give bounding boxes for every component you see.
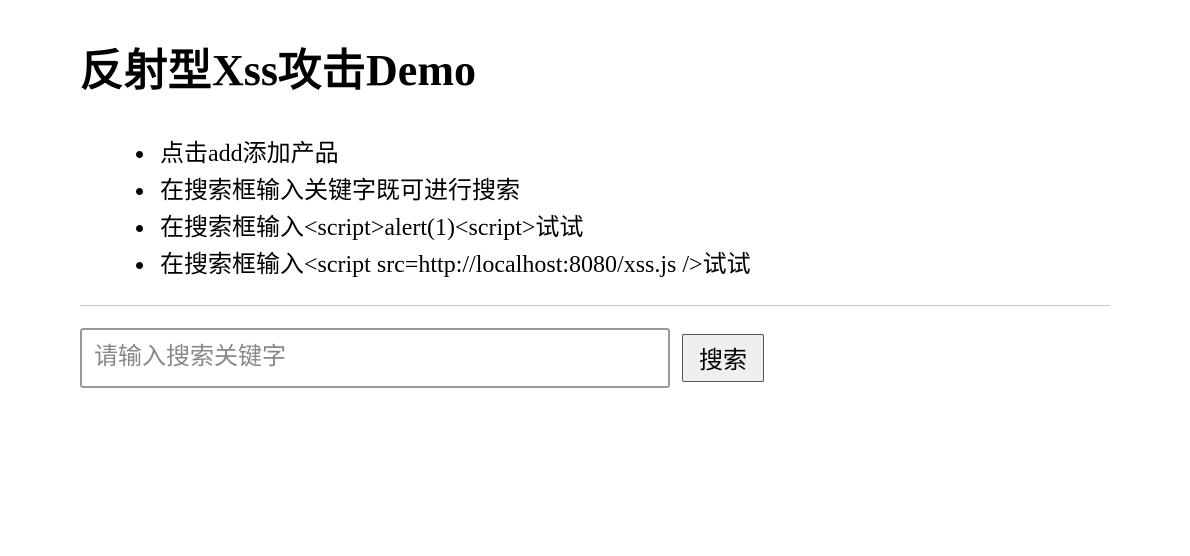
list-item: 点击add添加产品 <box>156 136 1110 173</box>
instruction-list: 点击add添加产品 在搜索框输入关键字既可进行搜索 在搜索框输入<script>… <box>80 136 1110 285</box>
list-item: 在搜索框输入关键字既可进行搜索 <box>156 173 1110 210</box>
page-title: 反射型Xss攻击Demo <box>80 45 1110 98</box>
list-item: 在搜索框输入<script>alert(1)<script>试试 <box>156 210 1110 247</box>
divider <box>80 305 1110 306</box>
search-button[interactable]: 搜索 <box>682 334 764 382</box>
search-row: 搜索 <box>80 328 1110 388</box>
search-input[interactable] <box>80 328 670 388</box>
list-item: 在搜索框输入<script src=http://localhost:8080/… <box>156 247 1110 284</box>
